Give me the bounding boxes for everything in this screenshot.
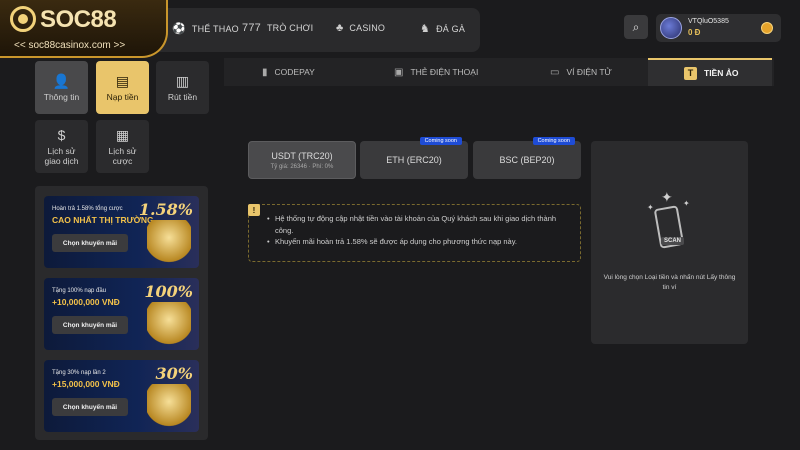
wallet-message: Vui lòng chọn Loại tiền và nhấn nút Lấy … [603,274,736,291]
choose-promo-button[interactable]: Chọn khuyến mãi [52,398,128,416]
search-icon: ⌕ [632,19,640,34]
promo-panel: Hoàn trả 1.58% tổng cược CAO NHẤT THỊ TR… [35,186,208,440]
coin-name: ETH (ERC20) [386,155,442,165]
coin-name: BSC (BEP20) [499,155,555,165]
sparkle-icon: ✦ [647,203,654,212]
phone-card-icon: ▣ [394,66,404,78]
e-wallet-icon: ▭ [550,66,560,78]
tab-crypto[interactable]: T TIỀN ẢO [648,58,772,86]
sidebar-item-bet-history[interactable]: ▦ Lịch sử cược [96,120,149,173]
sparkle-icon: ✦ [683,199,690,208]
sidebar-item-label: Nạp tiền [106,91,139,102]
sidebar-item-transaction-history[interactable]: $ Lịch sử giao dịch [35,120,88,173]
search-button[interactable]: ⌕ [624,15,648,39]
tab-e-wallet[interactable]: ▭ VÍ ĐIỆN TỬ [550,58,612,86]
sports-icon: ⚽ [172,23,186,35]
slots-icon: 777 [242,22,261,34]
deposit-icon: ▤ [115,72,130,89]
sidebar-item-label: Thông tin [43,91,80,102]
user-info-icon: 👤 [52,72,71,89]
promo-line2: +10,000,000 VNĐ [52,297,120,307]
tab-label: THẺ ĐIỆN THOẠI [410,67,479,77]
notice-box: ! Hệ thống tự động cập nhật tiền vào tài… [248,204,581,262]
tab-codepay[interactable]: ▮ CODEPAY [262,58,315,86]
coin-name: USDT (TRC20) [271,150,333,161]
scrollbar[interactable] [774,58,800,450]
warning-icon: ! [248,204,260,216]
nav-sports-label: THỂ THAO [191,23,239,34]
user-balance: 0 Đ [688,28,701,37]
user-account[interactable]: VTQluO5385 0 Đ [656,14,781,42]
coin-rate: Tỷ giá: 26346 · Phí: 0% [270,163,334,170]
brand-name: SOC88 [40,6,117,33]
username: VTQluO5385 [688,18,729,25]
brand-url: << soc88casinox.com >> [14,40,126,51]
promo-line2: +15,000,000 VNĐ [52,379,120,389]
choose-promo-button[interactable]: Chọn khuyến mãi [52,234,128,252]
promo-card: Tặng 30% nạp lần 2 +15,000,000 VNĐ 30% C… [44,360,199,432]
nav-casino[interactable]: ♣ CASINO [336,22,385,34]
promo-card: Hoàn trả 1.58% tổng cược CAO NHẤT THỊ TR… [44,196,199,268]
gift-box-image [147,302,191,346]
tab-label: CODEPAY [274,67,315,77]
sidebar-item-label: Lịch sử giao dịch [44,145,79,166]
sparkle-icon: ✦ [661,189,673,205]
crown-image [147,384,191,428]
transaction-history-icon: $ [57,126,66,143]
tab-phone-card[interactable]: ▣ THẺ ĐIỆN THOẠI [394,58,478,86]
sidebar-item-label: Lịch sử cược [108,145,137,166]
notice-item: Khuyến mãi hoàn trả 1.58% sẽ được áp dụn… [267,236,570,248]
scan-label: SCAN [661,237,685,245]
sidebar-item-info[interactable]: 👤 Thông tin [35,61,88,114]
coming-soon-badge: Coming soon [532,137,575,145]
promo-line1: Tặng 100% nạp đầu [52,288,107,294]
nav-games-label: TRÒ CHƠI [266,23,314,33]
sidebar-item-deposit[interactable]: ▤ Nạp tiền [96,61,149,114]
promo-card: Tặng 100% nạp đầu +10,000,000 VNĐ 100% C… [44,278,199,350]
promo-line1: Tặng 30% nạp lần 2 [52,370,106,376]
logo-mark-icon [10,6,36,32]
notice-item: Hệ thống tự động cập nhật tiền vào tài k… [267,213,570,236]
promo-percent: 1.58% [138,200,193,219]
nav-cockfight-label: ĐÁ GÀ [436,23,466,34]
nav-sports[interactable]: ⚽ THỂ THAO [172,22,239,35]
promo-line1: Hoàn trả 1.58% tổng cược [52,206,123,212]
choose-promo-button[interactable]: Chọn khuyến mãi [52,316,128,334]
sidebar-item-withdraw[interactable]: ▥ Rút tiền [156,61,209,114]
casino-icon: ♣ [336,22,344,34]
gold-coins-jar-image [147,220,191,264]
crypto-icon: T [684,66,697,80]
nav-games[interactable]: 777 TRÒ CHƠI [242,22,313,34]
coin-option-usdt[interactable]: USDT (TRC20) Tỷ giá: 26346 · Phí: 0% [248,141,356,179]
brand-logo[interactable]: SOC88 << soc88casinox.com >> [0,0,168,58]
coming-soon-badge: Coming soon [419,137,462,145]
tab-label: VÍ ĐIỆN TỬ [566,67,612,77]
promo-percent: 100% [144,282,193,301]
crypto-content: USDT (TRC20) Tỷ giá: 26346 · Phí: 0% Com… [224,86,774,450]
withdraw-icon: ▥ [175,72,190,89]
wallet-info-panel: ✦ ✦ ✦ SCAN Vui lòng chọn Loại tiền và nh… [591,141,748,344]
nav-cockfight[interactable]: ♞ ĐÁ GÀ [420,22,465,35]
promo-percent: 30% [155,364,193,383]
scan-illustration: ✦ ✦ ✦ SCAN [643,189,695,253]
coin-option-eth[interactable]: Coming soon ETH (ERC20) [360,137,468,179]
deposit-panel: ▮ CODEPAY ▣ THẺ ĐIỆN THOẠI ▭ VÍ ĐIỆN TỬ … [224,58,800,450]
rooster-icon: ♞ [420,23,431,35]
sidebar-item-label: Rút tiền [167,91,198,102]
coin-option-bsc[interactable]: Coming soon BSC (BEP20) [473,137,581,179]
bet-history-icon: ▦ [115,126,130,143]
codepay-icon: ▮ [262,66,268,78]
tab-label: TIỀN ẢO [704,68,739,78]
avatar [660,17,682,39]
deposit-tabs: ▮ CODEPAY ▣ THẺ ĐIỆN THOẠI ▭ VÍ ĐIỆN TỬ … [224,58,774,86]
nav-casino-label: CASINO [349,23,386,33]
coin-icon[interactable] [761,22,773,34]
top-nav: ⚽ THỂ THAO 777 TRÒ CHƠI ♣ CASINO ♞ ĐÁ GÀ [150,8,480,52]
